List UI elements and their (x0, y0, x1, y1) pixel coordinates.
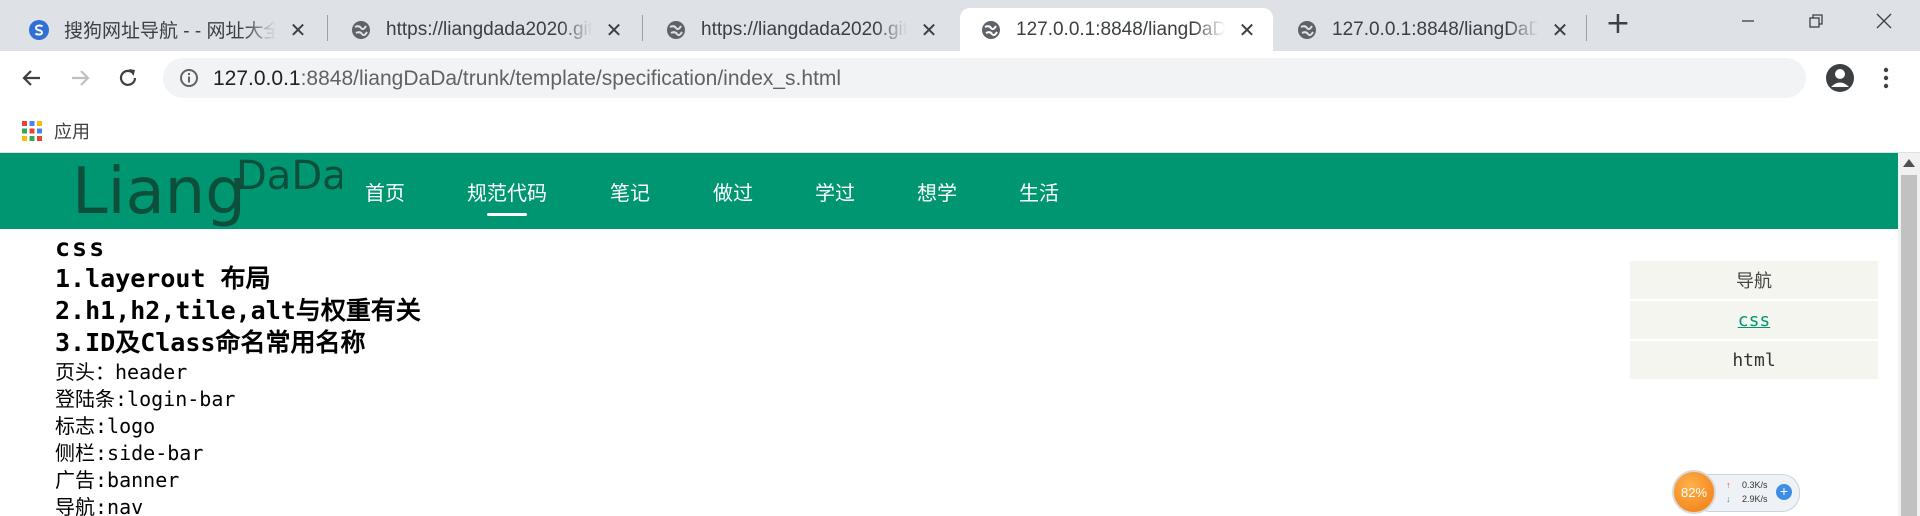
side-nav-html-link[interactable]: html (1630, 341, 1878, 379)
scroll-up-arrow-icon[interactable] (1903, 159, 1915, 167)
tab-github-1[interactable]: https://liangdada2020.github.io ✕ (330, 8, 640, 51)
kebab-menu-icon (1883, 67, 1889, 89)
info-icon[interactable] (179, 68, 199, 88)
minimize-button[interactable] (1720, 0, 1776, 42)
article-content: css 1.layerout 布局 2.h1,h2,tile,alt与权重有关 … (55, 233, 421, 516)
new-tab-button[interactable]: + (1604, 9, 1632, 39)
reload-button[interactable] (113, 63, 143, 93)
download-speed: 2.9K/s (1742, 494, 1768, 504)
content-line: 侧栏:side-bar (55, 441, 204, 465)
content-line: 导航:nav (55, 495, 144, 516)
apps-grid-icon (22, 121, 42, 141)
close-icon[interactable]: ✕ (602, 18, 626, 42)
forward-button[interactable] (65, 63, 95, 93)
nav-done[interactable]: 做过 (713, 177, 753, 206)
tab-title: https://liangdada2020.github.io (386, 18, 592, 40)
url-text: 127.0.0.1:8848/liangDaDa/trunk/template/… (213, 67, 841, 91)
usage-ball[interactable]: 82% (1672, 470, 1716, 514)
tab-title: 搜狗网址导航 - - 网址大全 (64, 21, 276, 42)
nav-home[interactable]: 首页 (365, 177, 405, 206)
nav-want-to-learn[interactable]: 想学 (917, 177, 957, 206)
globe-icon (667, 20, 685, 39)
close-window-button[interactable] (1856, 0, 1912, 42)
content-line: 广告:banner (55, 468, 180, 492)
upload-arrow-icon: ↑ (1726, 480, 1731, 490)
restore-icon (1809, 14, 1823, 28)
close-icon[interactable]: ✕ (917, 18, 941, 42)
side-nav-title: 导航 (1630, 261, 1878, 299)
apps-label: 应用 (54, 122, 90, 142)
arrow-right-icon (72, 70, 90, 86)
close-icon[interactable]: ✕ (286, 18, 310, 42)
avatar-icon (1826, 64, 1854, 92)
page-viewport: Liang DaDa 首页 规范代码 笔记 做过 学过 想学 生活 css 1.… (0, 153, 1898, 516)
tab-separator (327, 15, 328, 41)
heading-1: 1.layerout 布局 (55, 264, 271, 293)
content-line: 页头：header (55, 360, 188, 384)
back-button[interactable] (17, 63, 47, 93)
tab-localhost-active[interactable]: 127.0.0.1:8848/liangDaDa ✕ (960, 8, 1273, 51)
site-logo[interactable]: Liang DaDa (72, 153, 342, 231)
nav-spec-code[interactable]: 规范代码 (467, 177, 547, 216)
tab-separator (642, 15, 643, 41)
vertical-scrollbar[interactable] (1898, 153, 1920, 516)
close-icon[interactable]: ✕ (1548, 18, 1572, 42)
globe-icon (982, 20, 1000, 39)
browser-toolbar: 127.0.0.1:8848/liangDaDa/trunk/template/… (0, 51, 1920, 105)
section-title: css (55, 233, 107, 262)
side-nav-css-link[interactable]: css (1630, 301, 1878, 339)
content-line: 标志:logo (55, 414, 156, 438)
scroll-thumb[interactable] (1901, 175, 1917, 516)
logo-sup-text: DaDa (236, 153, 342, 199)
tab-title: https://liangdada2020.github.io (701, 18, 907, 40)
heading-3: 3.ID及Class命名常用名称 (55, 328, 366, 357)
logo-main-text: Liang (72, 155, 246, 229)
url-path: :8848/liangDaDa/trunk/template/specifica… (300, 67, 842, 90)
menu-button[interactable] (1871, 63, 1901, 93)
restore-button[interactable] (1788, 0, 1844, 42)
site-navbar: Liang DaDa 首页 规范代码 笔记 做过 学过 想学 生活 (0, 153, 1898, 229)
download-arrow-icon: ↓ (1726, 494, 1731, 504)
globe-icon (1298, 20, 1316, 39)
side-nav-panel: 导航 css html (1630, 261, 1878, 381)
tab-sogou[interactable]: 搜狗网址导航 - - 网址大全 ✕ (8, 8, 324, 51)
arrow-left-icon (22, 70, 40, 86)
close-icon[interactable]: ✕ (1235, 18, 1259, 42)
tab-separator (1586, 15, 1587, 41)
nav-life[interactable]: 生活 (1019, 177, 1059, 206)
content-line: 登陆条:login-bar (55, 387, 236, 411)
address-bar[interactable]: 127.0.0.1:8848/liangDaDa/trunk/template/… (163, 58, 1806, 98)
sogou-icon (29, 19, 49, 40)
tab-localhost-2[interactable]: 127.0.0.1:8848/liangDaDa ✕ (1276, 8, 1586, 51)
close-icon (1876, 13, 1892, 29)
tab-title: 127.0.0.1:8848/liangDaDa (1332, 18, 1538, 40)
reload-icon (119, 69, 137, 86)
url-host: 127.0.0.1 (213, 67, 301, 90)
globe-icon (352, 20, 370, 39)
nav-notes[interactable]: 笔记 (610, 177, 650, 206)
expand-plus-icon[interactable]: + (1776, 484, 1792, 500)
tab-github-2[interactable]: https://liangdada2020.github.io ✕ (645, 8, 955, 51)
apps-shortcut[interactable]: 应用 (22, 118, 90, 144)
profile-button[interactable] (1823, 61, 1857, 95)
bookmarks-bar: 应用 (0, 105, 1920, 153)
minimize-icon (1742, 20, 1754, 22)
nav-learned[interactable]: 学过 (815, 177, 855, 206)
tab-strip: 搜狗网址导航 - - 网址大全 ✕ https://liangdada2020.… (0, 0, 1920, 51)
network-speed-widget[interactable]: 82% ↑ 0.3K/s ↓ 2.9K/s + (1672, 470, 1800, 516)
tab-title: 127.0.0.1:8848/liangDaDa (1016, 18, 1225, 40)
heading-2: 2.h1,h2,tile,alt与权重有关 (55, 296, 421, 325)
upload-speed: 0.3K/s (1742, 480, 1768, 490)
